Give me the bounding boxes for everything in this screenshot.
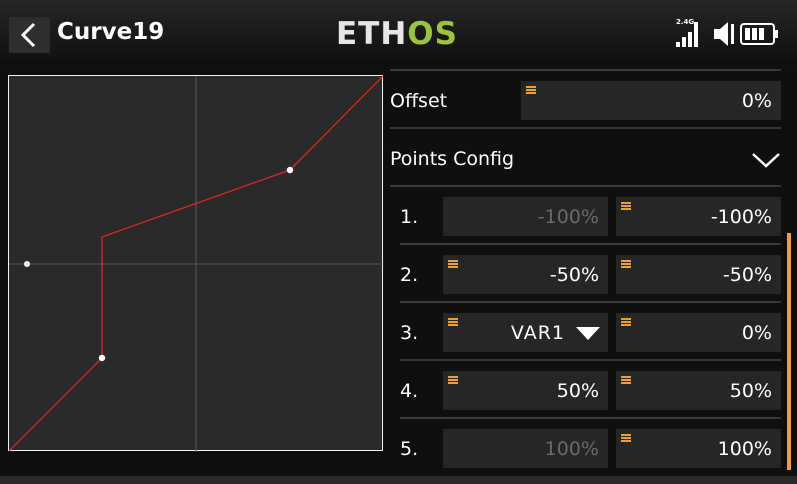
speaker-icon (714, 22, 734, 46)
scrollbar[interactable] (787, 233, 791, 470)
point-index: 2. (400, 264, 419, 286)
hamburger-icon (621, 260, 631, 268)
point-index: 5. (400, 438, 419, 460)
hamburger-icon (448, 260, 458, 268)
divider (390, 185, 781, 187)
curve-point-var (24, 261, 30, 267)
curve-point (286, 166, 294, 174)
divider (400, 243, 781, 245)
divider (400, 417, 781, 419)
point-y-field[interactable]: -50% (616, 255, 781, 294)
rf-band-label: 2.4G (676, 18, 695, 26)
dropdown-arrow-icon (576, 327, 600, 340)
point-y-field[interactable]: 0% (616, 313, 781, 352)
hamburger-icon (526, 86, 536, 94)
chevron-left-icon (20, 22, 36, 48)
point-x-field[interactable]: 50% (443, 371, 608, 410)
hamburger-icon (621, 434, 631, 442)
hamburger-icon (621, 376, 631, 384)
hamburger-icon (448, 376, 458, 384)
divider (400, 301, 781, 303)
point-x-field: -100% (443, 197, 608, 236)
footer-bar (0, 476, 797, 484)
battery-icon (740, 23, 778, 45)
hamburger-icon (448, 318, 458, 326)
hamburger-icon (621, 202, 631, 210)
point-y-field[interactable]: 100% (616, 429, 781, 468)
point-y-field[interactable]: 50% (616, 371, 781, 410)
hamburger-icon (621, 318, 631, 326)
point-x-field: 100% (443, 429, 608, 468)
status-icons: 2.4G (674, 18, 784, 50)
chevron-down-icon[interactable] (751, 151, 781, 169)
offset-label: Offset (390, 90, 448, 112)
point-x-dropdown[interactable]: VAR1 (443, 313, 608, 352)
point-x-field[interactable]: -50% (443, 255, 608, 294)
points-config-label: Points Config (390, 148, 515, 170)
point-index: 1. (400, 206, 419, 228)
header-bar: Curve19 ETHOS 2.4G (0, 0, 797, 66)
page-title: Curve19 (57, 19, 165, 45)
back-button[interactable] (9, 17, 50, 53)
point-y-field[interactable]: -100% (616, 197, 781, 236)
offset-field[interactable]: 0% (521, 81, 781, 120)
point-index: 3. (400, 322, 419, 344)
divider (390, 127, 781, 129)
divider (400, 359, 781, 361)
point-index: 4. (400, 380, 419, 402)
curve-point (98, 354, 106, 362)
curve-graph-svg (9, 76, 384, 452)
divider (390, 69, 781, 71)
ethos-logo: ETHOS (336, 16, 458, 52)
curve-graph (8, 75, 384, 452)
